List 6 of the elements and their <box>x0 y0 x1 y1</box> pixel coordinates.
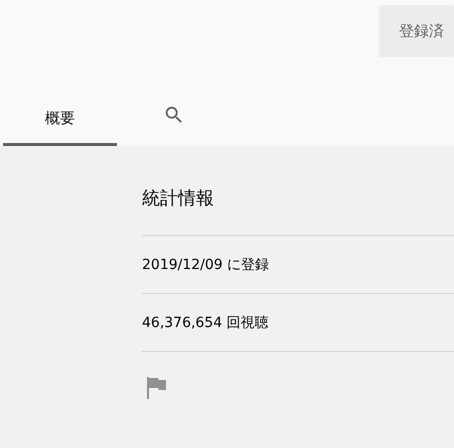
stats-heading: 統計情報 <box>142 186 454 236</box>
subscribe-button[interactable]: 登録済 <box>379 5 454 57</box>
stat-text: 46,376,654 回視聴 <box>142 294 454 352</box>
stat-text: 2019/12/09 に登録 <box>142 236 454 294</box>
overview-tab[interactable]: 概要 <box>3 92 117 146</box>
flag-icon[interactable] <box>147 377 167 399</box>
